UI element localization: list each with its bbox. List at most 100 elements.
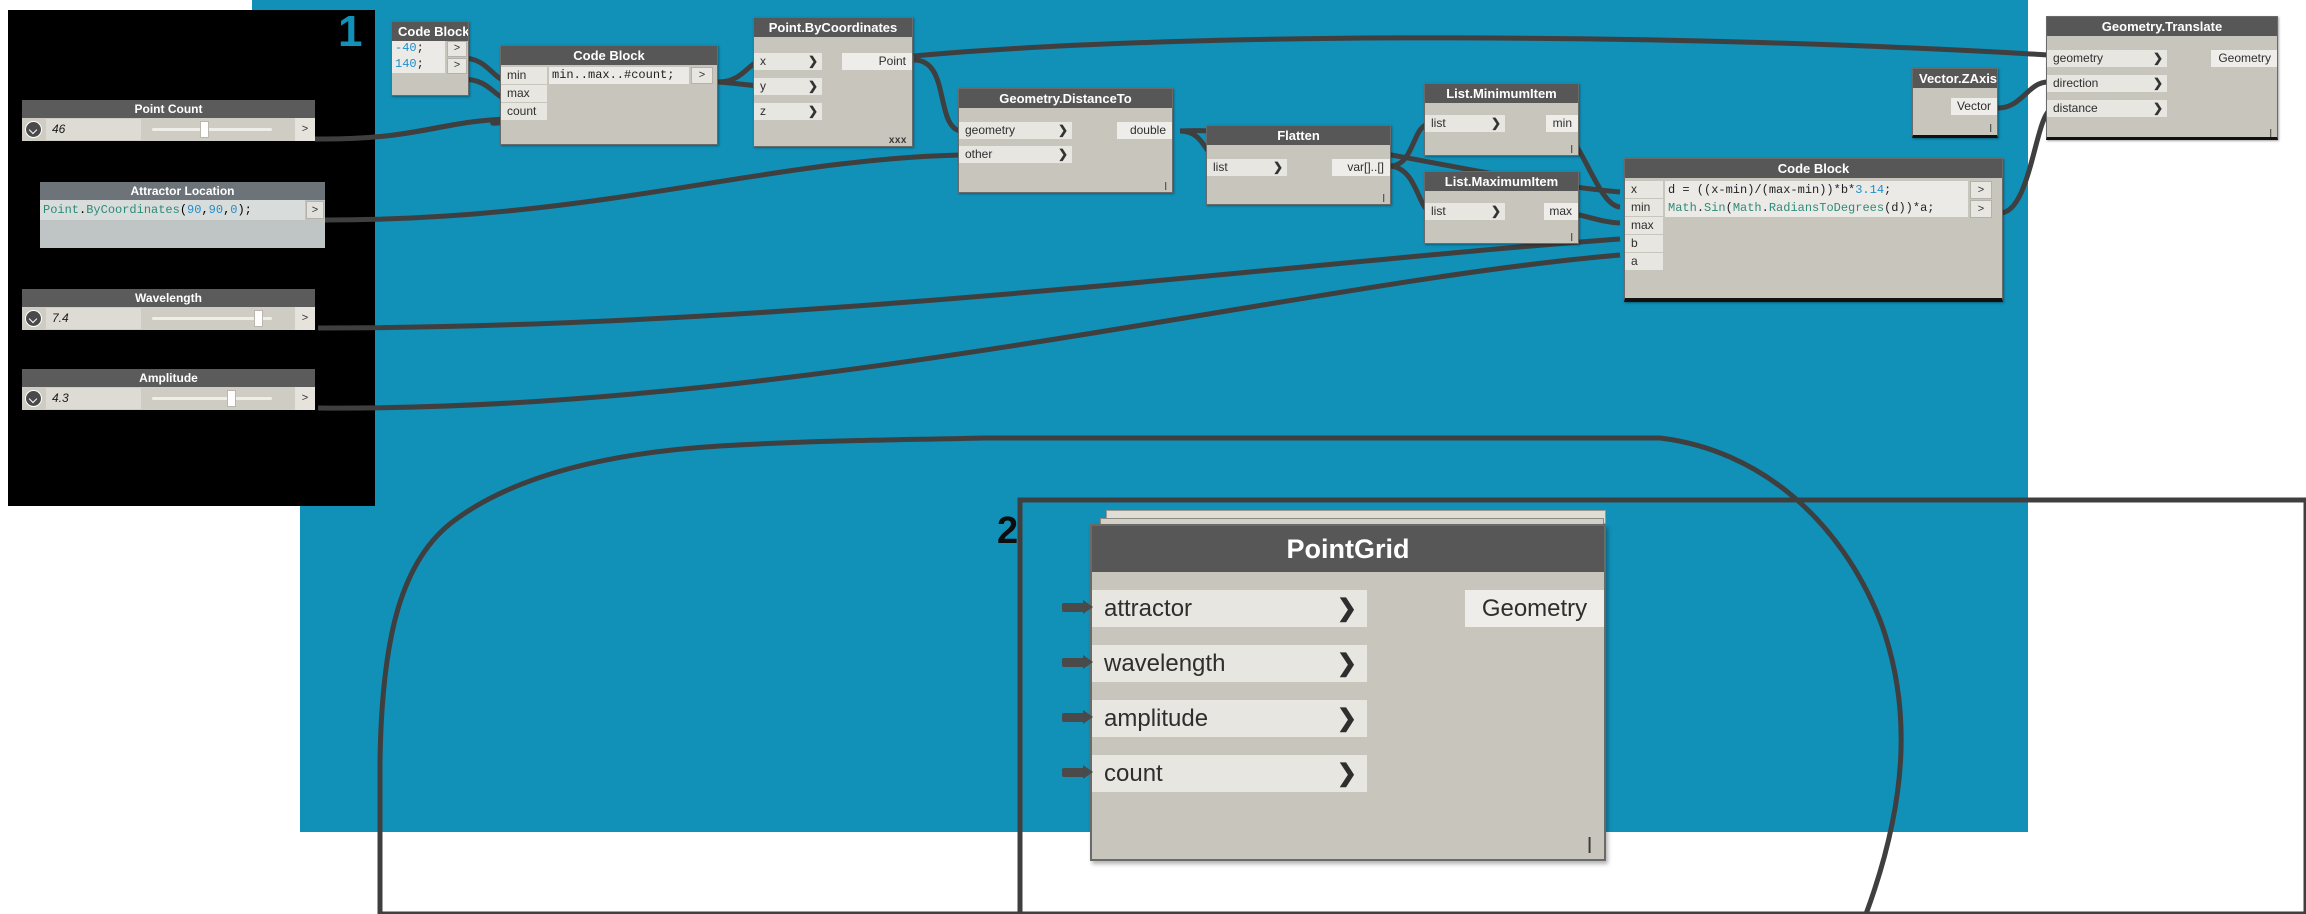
geometry-distance-to-lacing[interactable]: l <box>1165 182 1167 193</box>
list-maximum-item-lacing[interactable]: l <box>1571 233 1573 244</box>
geometry-distance-to-port-geometry[interactable]: geometry ❯ <box>959 122 1072 139</box>
code-minmax-value2: 140 <box>395 57 417 71</box>
point-grid-node[interactable]: PointGrid attractor ❯ wavelength ❯ amplitu… <box>1090 524 1606 861</box>
code-block-formula-port-b[interactable]: b <box>1625 235 1663 252</box>
list-minimum-item-body[interactable]: list ❯ min l <box>1425 103 1578 156</box>
point-count-value[interactable]: 46 <box>46 119 141 140</box>
code-block-formula-port-max[interactable]: max <box>1625 217 1663 234</box>
code-block-formula-line2[interactable]: Math.Sin(Math.RadiansToDegrees(d))*a; <box>1665 199 1968 217</box>
list-minimum-item-output[interactable]: min <box>1546 115 1578 132</box>
vector-zaxis-lacing[interactable]: l <box>1990 124 1992 135</box>
point-grid-port-count[interactable]: count ❯ <box>1092 755 1367 792</box>
chevron-right-icon: ❯ <box>807 54 818 68</box>
geometry-translate-body[interactable]: geometry ❯ direction ❯ distance ❯ Geometry … <box>2047 36 2277 140</box>
point-grid-port-amplitude[interactable]: amplitude ❯ <box>1092 700 1367 737</box>
flatten-body[interactable]: list ❯ var[]..[] l <box>1207 145 1390 205</box>
geometry-translate-node[interactable]: Geometry.Translate geometry ❯ direction ❯ … <box>2046 16 2278 140</box>
code-block-minmax-out1[interactable]: > <box>447 41 467 57</box>
geometry-distance-to-node[interactable]: Geometry.DistanceTo geometry ❯ other ❯ dou… <box>958 88 1173 193</box>
vector-zaxis-node[interactable]: Vector.ZAxis Vector l <box>1912 68 1998 138</box>
code-block-range-port-count[interactable]: count <box>501 103 547 120</box>
code-block-formula-port-a[interactable]: a <box>1625 253 1663 270</box>
code-block-range-code[interactable]: min..max..#count; <box>549 67 689 84</box>
code-block-formula-out2[interactable]: > <box>1970 200 1992 218</box>
point-by-coordinates-output[interactable]: Point <box>842 53 912 70</box>
point-by-coordinates-port-x[interactable]: x ❯ <box>754 53 822 70</box>
list-maximum-item-port-list[interactable]: list ❯ <box>1425 203 1505 220</box>
chevron-down-icon[interactable] <box>25 390 42 407</box>
geometry-distance-to-port-other[interactable]: other ❯ <box>959 146 1072 163</box>
list-maximum-item-node[interactable]: List.MaximumItem list ❯ max l <box>1424 171 1579 244</box>
flatten-lacing[interactable]: l <box>1383 194 1385 205</box>
point-by-coordinates-node[interactable]: Point.ByCoordinates x ❯ y ❯ z ❯ Point xxx <box>753 17 913 147</box>
point-count-slider-node[interactable]: Point Count 46 > <box>22 100 315 141</box>
list-minimum-item-title: List.MinimumItem <box>1425 84 1578 103</box>
geometry-distance-to-body[interactable]: geometry ❯ other ❯ double l <box>959 108 1172 193</box>
code-block-formula-line1[interactable]: d = ((x-min)/(max-min))*b*3.14; <box>1665 181 1968 199</box>
code-block-range-out[interactable]: > <box>691 67 713 84</box>
code-block-formula-node[interactable]: Code Block x min max b a d = ((x-min)/(m… <box>1624 158 2003 302</box>
point-grid-port-wavelength[interactable]: wavelength ❯ <box>1092 645 1367 682</box>
list-maximum-item-output[interactable]: max <box>1544 203 1578 220</box>
point-by-coordinates-lacing[interactable]: xxx <box>889 135 907 146</box>
geometry-translate-port-distance[interactable]: distance ❯ <box>2047 100 2167 117</box>
attractor-location-title: Attractor Location <box>40 182 325 200</box>
attractor-location-code[interactable]: Point.ByCoordinates(90,90,0); <box>40 200 305 220</box>
code-block-minmax-body[interactable]: -40; 140; > > <box>392 41 468 96</box>
attractor-location-node[interactable]: Attractor Location Point.ByCoordinates(9… <box>40 182 325 248</box>
code-block-formula-port-x[interactable]: x <box>1625 181 1663 198</box>
code-block-formula-body[interactable]: x min max b a d = ((x-min)/(max-min))*b*… <box>1625 178 2002 298</box>
vector-zaxis-output[interactable]: Vector <box>1951 98 1997 115</box>
geometry-translate-output[interactable]: Geometry <box>2211 50 2277 67</box>
code-block-minmax-node[interactable]: Code Block -40; 140; > > <box>391 21 469 96</box>
point-count-body[interactable]: 46 > <box>22 118 315 141</box>
chevron-down-icon[interactable] <box>25 121 42 138</box>
point-by-coordinates-port-y[interactable]: y ❯ <box>754 78 822 95</box>
point-grid-lacing[interactable]: l <box>1587 835 1592 857</box>
geometry-translate-port-direction[interactable]: direction ❯ <box>2047 75 2167 92</box>
amplitude-slider-node[interactable]: Amplitude 4.3 > <box>22 369 315 410</box>
list-minimum-item-node[interactable]: List.MinimumItem list ❯ min l <box>1424 83 1579 156</box>
code-block-formula-out1[interactable]: > <box>1970 181 1992 199</box>
amplitude-track[interactable] <box>152 397 272 400</box>
point-grid-body[interactable]: attractor ❯ wavelength ❯ amplitude ❯ count ❯… <box>1092 572 1604 859</box>
amplitude-body[interactable]: 4.3 > <box>22 387 315 410</box>
vector-zaxis-body[interactable]: Vector l <box>1913 88 1997 135</box>
code-block-range-body[interactable]: min max count min..max..#count; > <box>501 65 717 145</box>
code-block-minmax-line1[interactable]: -40; <box>392 41 445 57</box>
amplitude-thumb[interactable] <box>227 390 236 407</box>
point-by-coordinates-port-z[interactable]: z ❯ <box>754 103 822 120</box>
flatten-node[interactable]: Flatten list ❯ var[]..[] l <box>1206 125 1391 205</box>
attractor-location-output-port[interactable]: > <box>306 201 324 219</box>
amplitude-output-port[interactable]: > <box>295 387 315 410</box>
point-count-output-port[interactable]: > <box>295 118 315 141</box>
geometry-translate-lacing[interactable]: l <box>2270 129 2272 140</box>
point-count-track[interactable] <box>152 128 272 131</box>
point-by-coordinates-body[interactable]: x ❯ y ❯ z ❯ Point xxx <box>754 37 912 147</box>
list-minimum-item-port-list[interactable]: list ❯ <box>1425 115 1505 132</box>
code-block-range-node[interactable]: Code Block min max count min..max..#coun… <box>500 45 718 145</box>
wavelength-output-port[interactable]: > <box>295 307 315 330</box>
geometry-translate-port-geometry[interactable]: geometry ❯ <box>2047 50 2167 67</box>
geometry-distance-to-output[interactable]: double <box>1117 122 1172 139</box>
code-block-minmax-line2[interactable]: 140; <box>392 57 445 73</box>
list-maximum-item-body[interactable]: list ❯ max l <box>1425 191 1578 244</box>
code-block-range-port-min[interactable]: min <box>501 67 547 84</box>
wavelength-thumb[interactable] <box>254 310 263 327</box>
code-block-minmax-out2[interactable]: > <box>447 58 467 74</box>
wavelength-body[interactable]: 7.4 > <box>22 307 315 330</box>
chevron-down-icon[interactable] <box>25 310 42 327</box>
list-minimum-item-lacing[interactable]: l <box>1571 145 1573 156</box>
attractor-location-body[interactable]: Point.ByCoordinates(90,90,0); > <box>40 200 325 248</box>
point-grid-port-attractor[interactable]: attractor ❯ <box>1092 590 1367 627</box>
wavelength-slider-node[interactable]: Wavelength 7.4 > <box>22 289 315 330</box>
wavelength-value[interactable]: 7.4 <box>46 308 141 329</box>
point-count-thumb[interactable] <box>200 121 209 138</box>
point-grid-output[interactable]: Geometry <box>1465 590 1604 627</box>
flatten-output[interactable]: var[]..[] <box>1332 159 1390 176</box>
amplitude-value[interactable]: 4.3 <box>46 388 141 409</box>
code-block-range-port-max[interactable]: max <box>501 85 547 102</box>
code-block-formula-port-min[interactable]: min <box>1625 199 1663 216</box>
geometry-translate-title: Geometry.Translate <box>2047 17 2277 36</box>
flatten-port-list[interactable]: list ❯ <box>1207 159 1287 176</box>
